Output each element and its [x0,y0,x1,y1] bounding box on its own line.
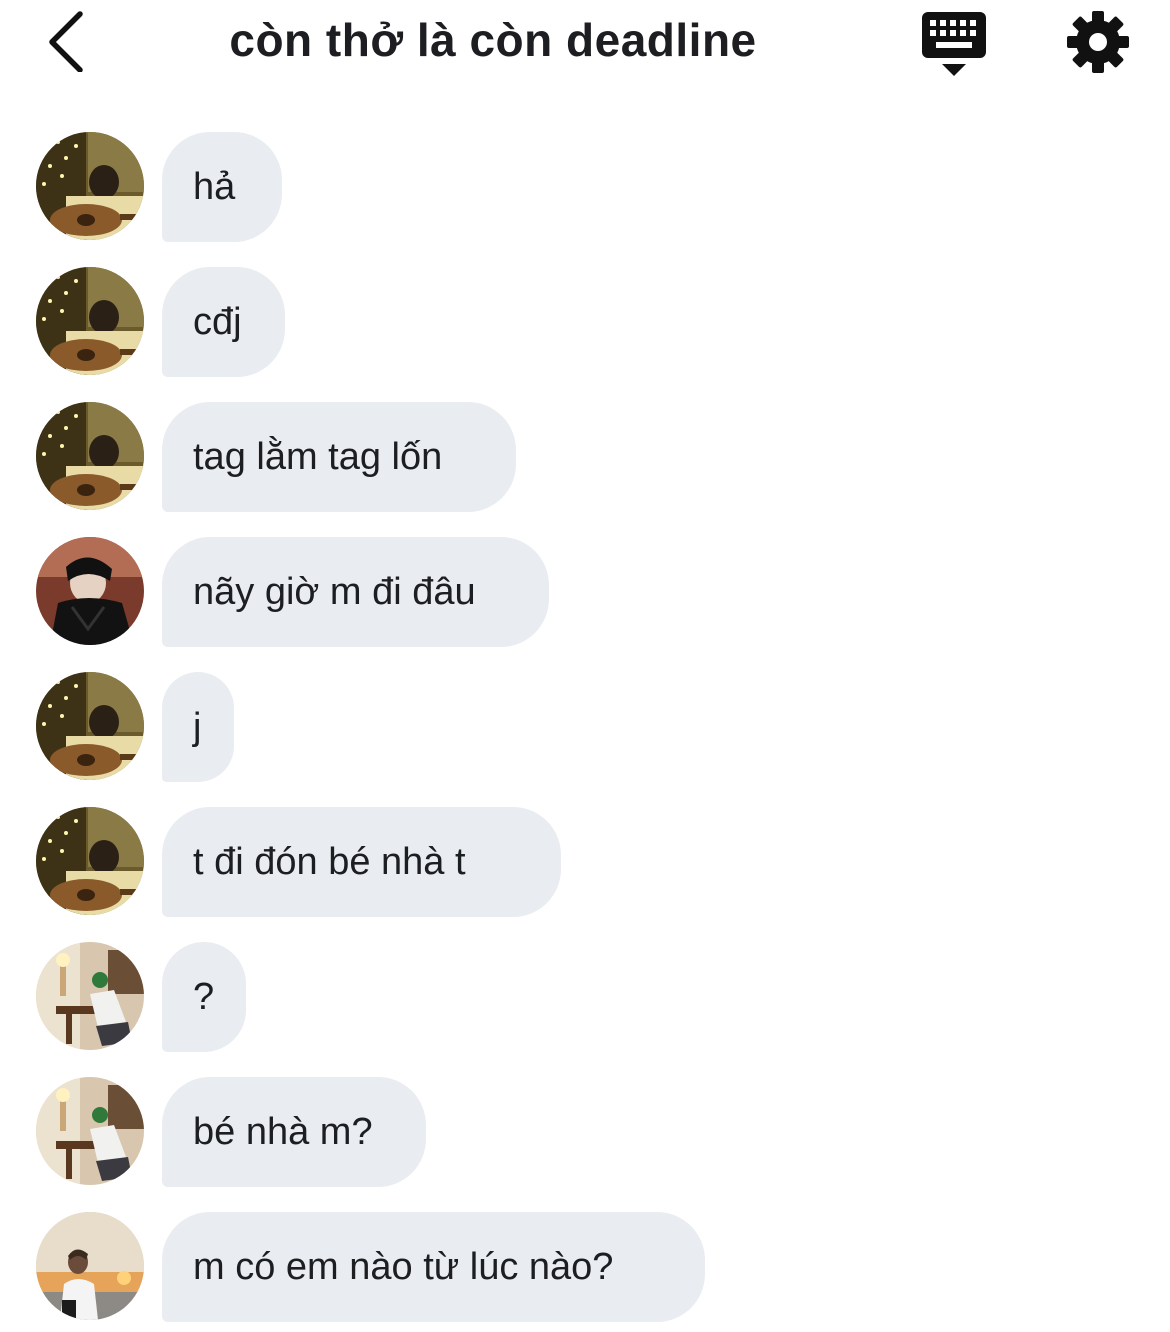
message-row: nãy giờ m đi đâu [0,537,1170,647]
message-bubble[interactable]: cđj [162,267,285,377]
avatar[interactable] [36,132,144,240]
message-bubble[interactable]: t đi đón bé nhà t [162,807,561,917]
avatar[interactable] [36,1212,144,1320]
avatar[interactable] [36,807,144,915]
message-row: tag lằm tag lốn [0,402,1170,512]
message-row: t đi đón bé nhà t [0,807,1170,917]
message-row: cđj [0,267,1170,377]
avatar[interactable] [36,402,144,510]
avatar[interactable] [36,672,144,780]
message-bubble[interactable]: j [162,672,234,782]
message-bubble[interactable]: ? [162,942,246,1052]
message-row: bé nhà m? [0,1077,1170,1187]
avatar[interactable] [36,942,144,1050]
message-row: j [0,672,1170,782]
message-bubble[interactable]: tag lằm tag lốn [162,402,516,512]
avatar[interactable] [36,267,144,375]
message-list[interactable]: hả cđj tag lằm tag lốn nãy giờ m đi đâu … [0,0,1170,1332]
avatar[interactable] [36,537,144,645]
message-bubble[interactable]: m có em nào từ lúc nào? [162,1212,705,1322]
message-row: hả [0,132,1170,242]
message-bubble[interactable]: bé nhà m? [162,1077,426,1187]
message-bubble[interactable]: nãy giờ m đi đâu [162,537,549,647]
message-row: ? [0,942,1170,1052]
message-bubble[interactable]: hả [162,132,282,242]
avatar[interactable] [36,1077,144,1185]
message-row: m có em nào từ lúc nào? [0,1212,1170,1322]
